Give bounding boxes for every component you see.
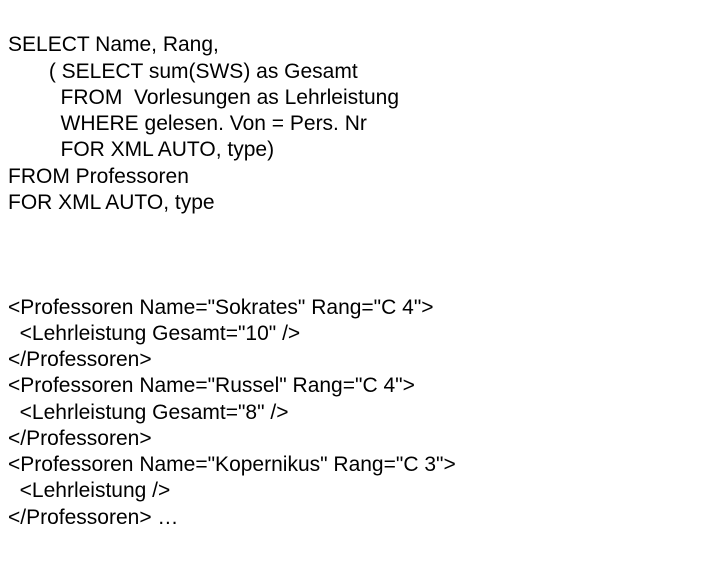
xml-line-5: <Lehrleistung Gesamt="8" /> <box>8 401 289 424</box>
xml-line-4: <Professoren Name="Russel" Rang="C 4"> <box>8 374 415 397</box>
xml-line-1: <Professoren Name="Sokrates" Rang="C 4"> <box>8 296 434 319</box>
sql-query-block: SELECT Name, Rang, ( SELECT sum(SWS) as … <box>8 6 712 242</box>
xml-line-2: <Lehrleistung Gesamt="10" /> <box>8 322 300 345</box>
spacer <box>8 242 712 268</box>
xml-output-block: <Professoren Name="Sokrates" Rang="C 4">… <box>8 268 712 557</box>
sql-line-1: SELECT Name, Rang, <box>8 33 219 56</box>
xml-line-7: <Professoren Name="Kopernikus" Rang="C 3… <box>8 453 456 476</box>
sql-line-5: FOR XML AUTO, type) <box>8 138 274 161</box>
sql-line-3: FROM Vorlesungen as Lehrleistung <box>8 86 399 109</box>
xml-line-6: </Professoren> <box>8 427 152 450</box>
xml-line-3: </Professoren> <box>8 348 152 371</box>
sql-line-6: FROM Professoren <box>8 165 189 188</box>
xml-line-9: </Professoren> … <box>8 506 178 529</box>
xml-line-8: <Lehrleistung /> <box>8 479 170 502</box>
slide-content: SELECT Name, Rang, ( SELECT sum(SWS) as … <box>0 0 720 563</box>
sql-line-7: FOR XML AUTO, type <box>8 191 215 214</box>
sql-line-2: ( SELECT sum(SWS) as Gesamt <box>8 60 358 83</box>
sql-line-4: WHERE gelesen. Von = Pers. Nr <box>8 112 367 135</box>
